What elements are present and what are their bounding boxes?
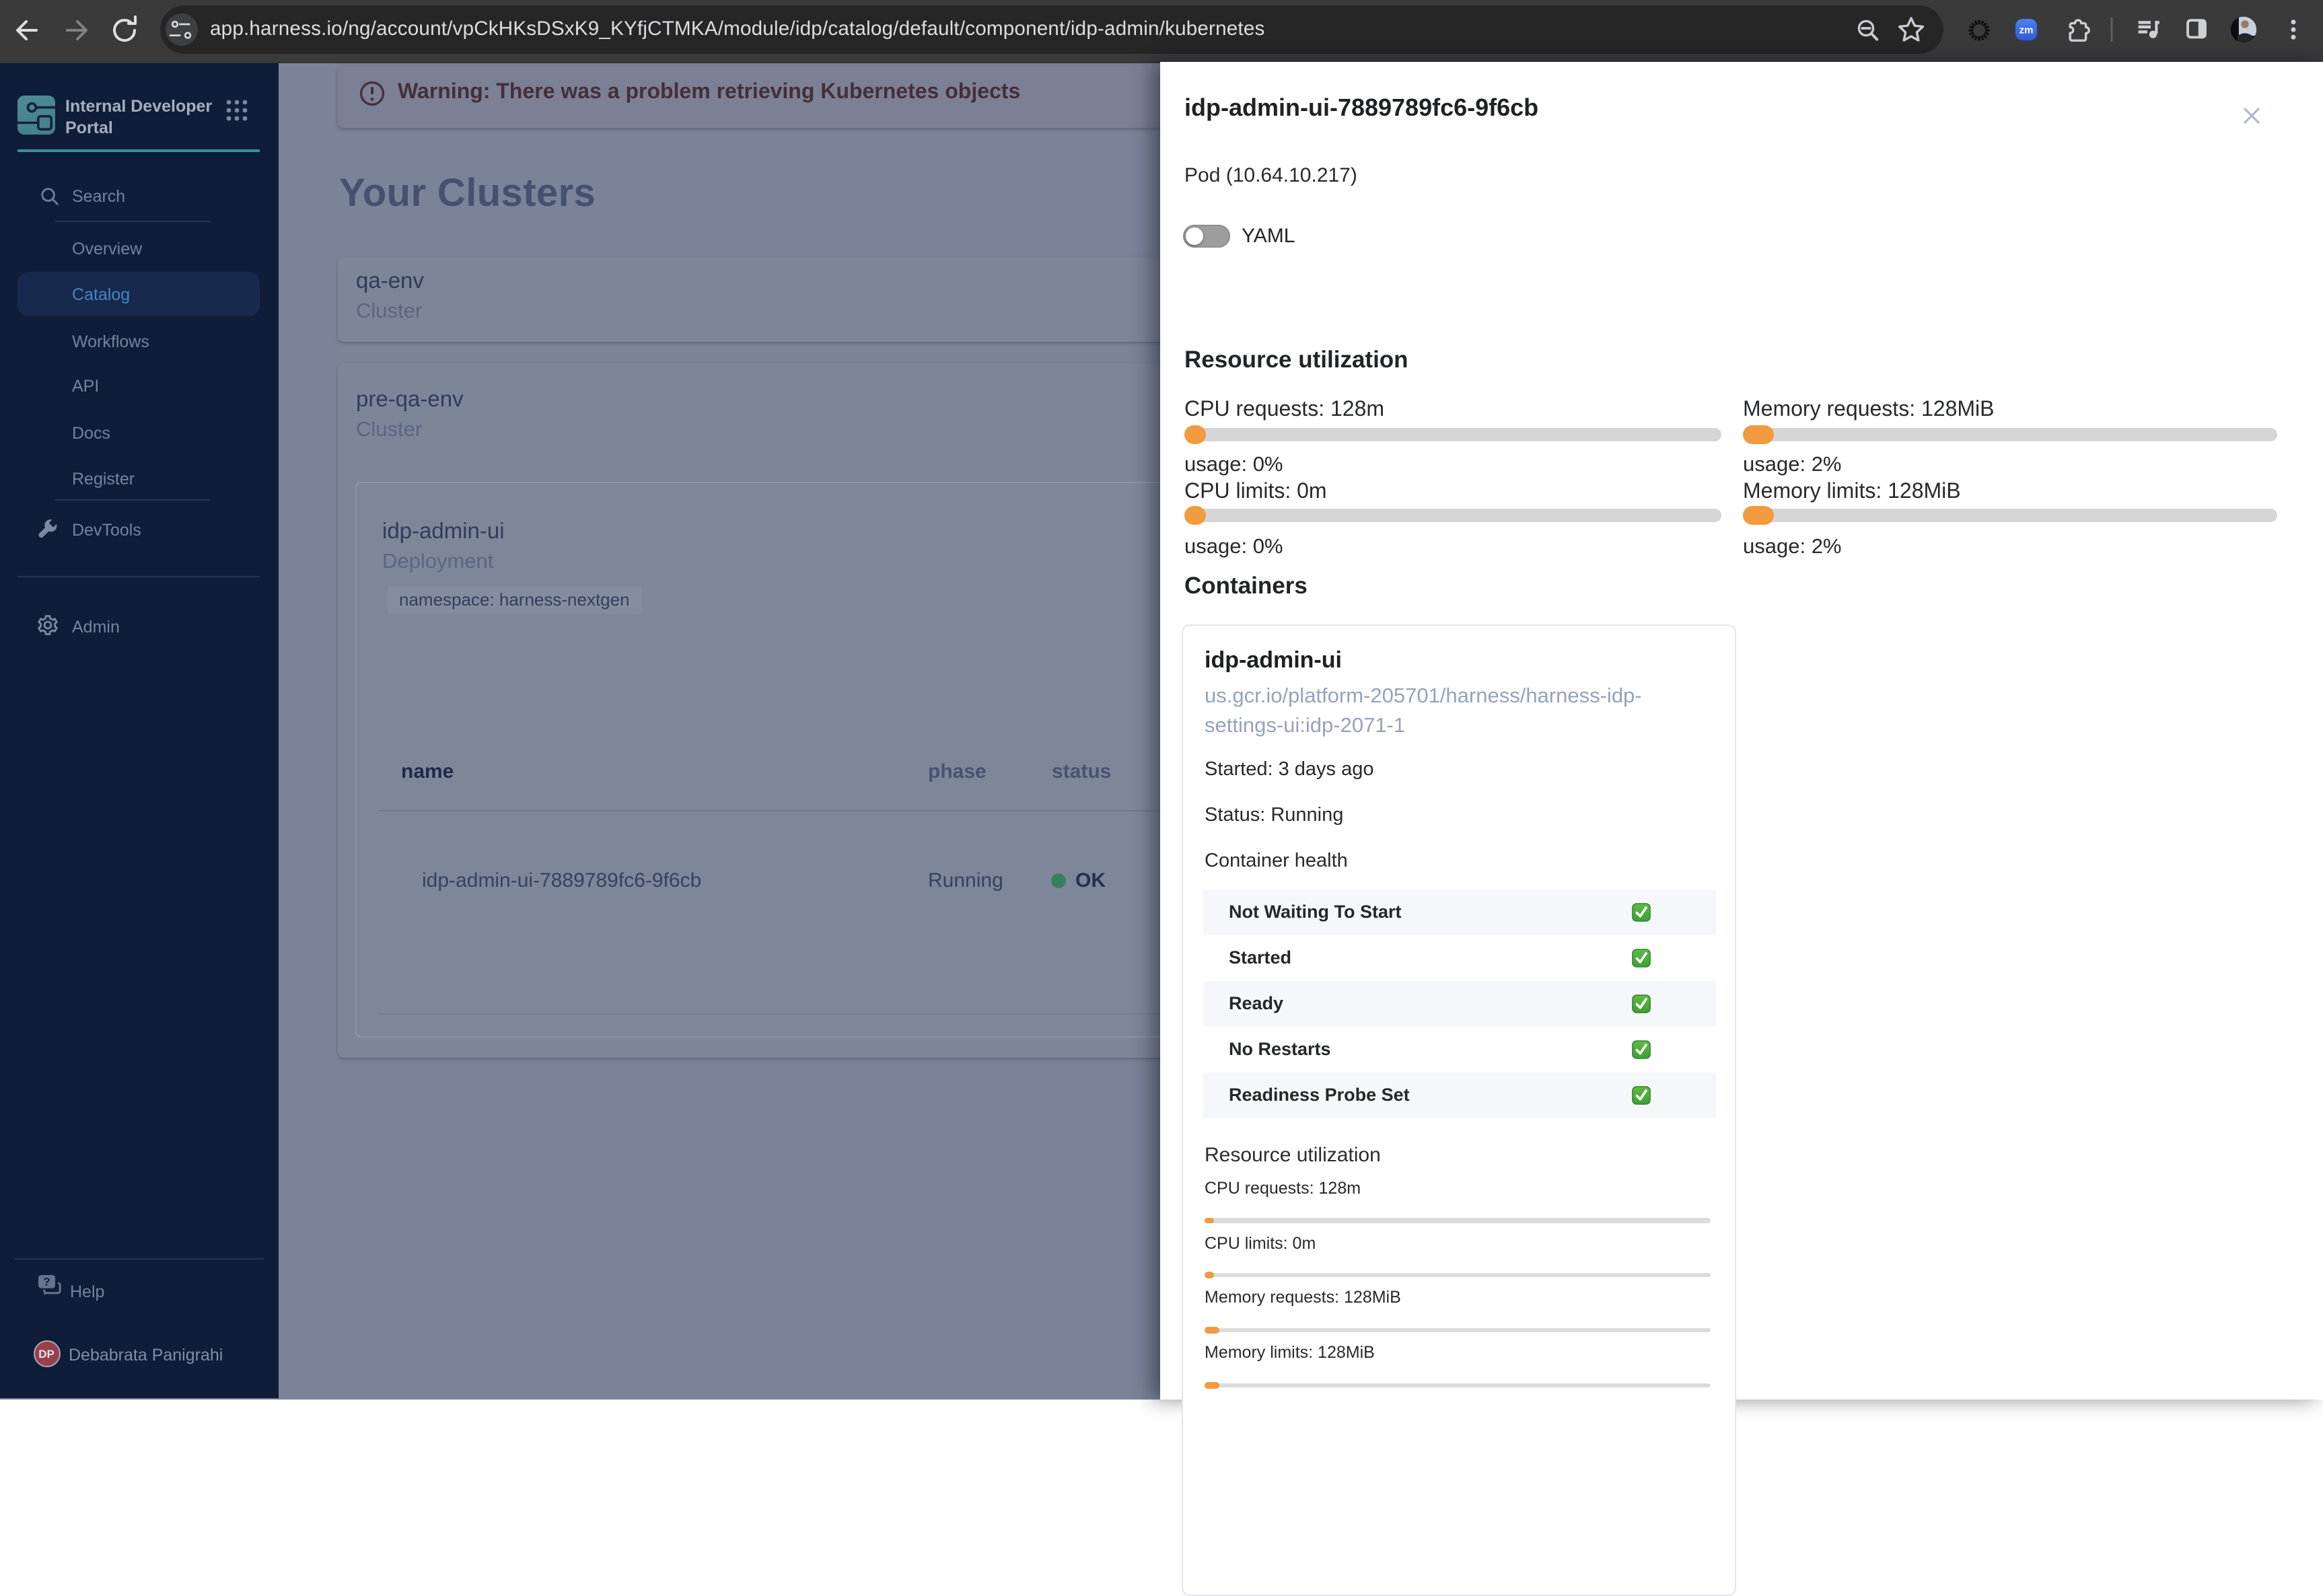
svg-text:zm: zm — [2019, 25, 2033, 36]
svg-text:?: ? — [43, 1274, 50, 1287]
